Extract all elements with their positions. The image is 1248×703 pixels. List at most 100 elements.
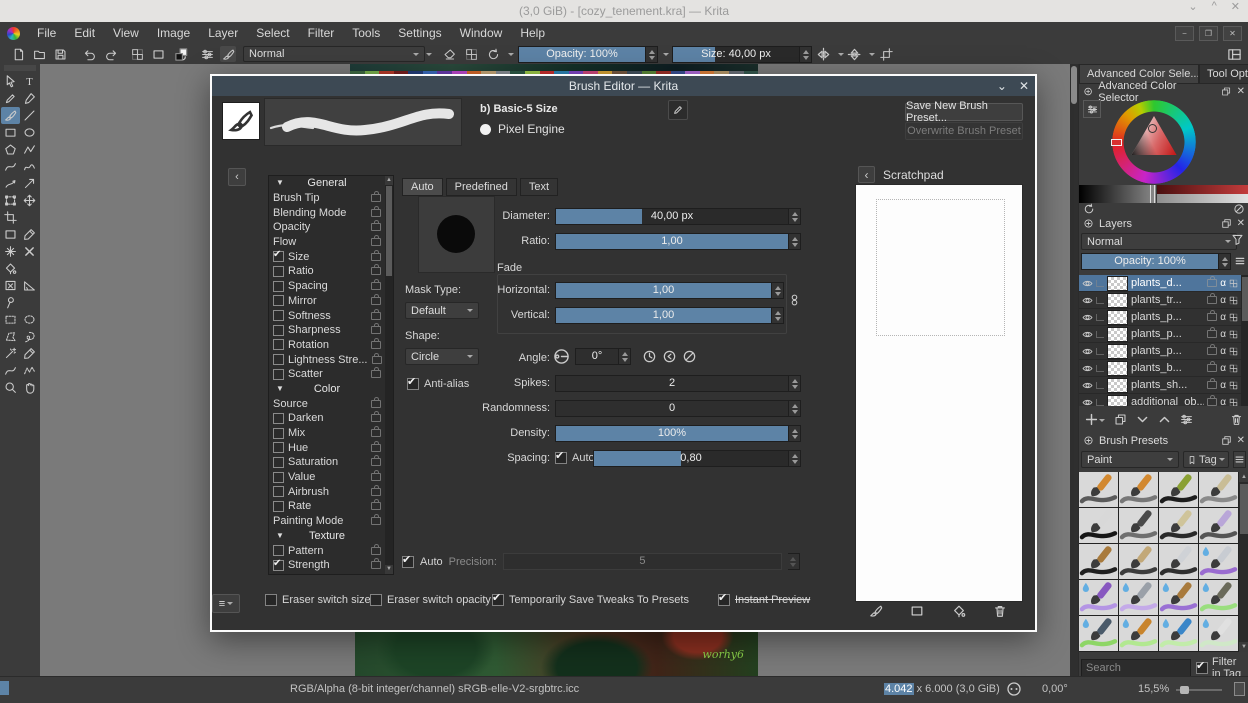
option-row[interactable]: Flow [269, 235, 385, 250]
option-row[interactable]: General [269, 176, 385, 191]
refresh-colors-icon[interactable] [1083, 203, 1095, 215]
menu-item[interactable]: Edit [65, 22, 104, 44]
brush-preset-cell[interactable] [1199, 580, 1238, 615]
lock-icon[interactable] [371, 411, 381, 423]
calligraphy-tool[interactable] [20, 90, 39, 107]
eraser-switch-opacity-checkbox[interactable]: Eraser switch opacity [370, 594, 491, 606]
edit-shapes-tool[interactable] [1, 90, 20, 107]
option-row[interactable]: Source [269, 396, 385, 411]
option-row[interactable]: Airbrush [269, 484, 385, 499]
brush-option-list-button[interactable] [199, 46, 215, 62]
layer-name[interactable]: plants_d... [1131, 277, 1204, 289]
wraparound-mode-button[interactable] [878, 46, 894, 62]
window-maximize-icon[interactable]: ^ [1212, 0, 1217, 13]
editor-options-menu-button[interactable]: ≡ [212, 594, 240, 613]
option-row[interactable]: Size [269, 249, 385, 264]
brush-tip-tab[interactable]: Predefined [445, 178, 517, 196]
visibility-eye-icon[interactable] [1082, 329, 1093, 340]
lock-icon[interactable] [371, 293, 381, 305]
layer-row[interactable]: plants_p... α [1079, 326, 1241, 343]
inherit-alpha-icon[interactable] [1229, 381, 1238, 390]
menu-item[interactable]: Settings [389, 22, 450, 44]
brush-preset-cell[interactable] [1159, 472, 1198, 507]
brush-preset-cell[interactable] [1079, 508, 1118, 543]
color-wheel[interactable] [1111, 100, 1196, 184]
visibility-eye-icon[interactable] [1082, 278, 1093, 289]
blending-mode-combo[interactable]: Normal [243, 46, 425, 62]
ellipse-tool[interactable] [20, 124, 39, 141]
enclose-fill-tool[interactable] [1, 277, 20, 294]
instant-preview-checkbox[interactable]: Instant Preview [718, 591, 810, 606]
visibility-eye-icon[interactable] [1082, 295, 1093, 306]
pan-tool[interactable] [20, 379, 39, 396]
add-layer-button[interactable] [1085, 413, 1105, 426]
line-tool[interactable] [20, 107, 39, 124]
vertical-fade-slider[interactable]: 1,00 [555, 307, 784, 324]
option-checkbox[interactable] [273, 310, 284, 322]
close-docker-icon[interactable]: ✕ [1237, 435, 1245, 446]
option-checkbox[interactable] [273, 500, 284, 512]
blending-options-arrow[interactable] [421, 46, 437, 62]
layer-row[interactable]: plants_d... α [1079, 275, 1241, 292]
option-row[interactable]: Strength [269, 558, 385, 573]
bezier-selection-tool[interactable] [1, 362, 20, 379]
option-row[interactable]: Ratio [269, 264, 385, 279]
scratchpad-canvas[interactable] [855, 184, 1023, 602]
fg-bg-color-button[interactable] [173, 46, 189, 62]
brush-preset-cell[interactable] [1159, 544, 1198, 579]
zoom-value[interactable]: 15,5% [1138, 683, 1169, 695]
rectangular-selection-tool[interactable] [1, 311, 20, 328]
brush-preset-cell[interactable] [1079, 544, 1118, 579]
option-row[interactable]: Hue [269, 440, 385, 455]
brush-preset-cell[interactable] [1199, 508, 1238, 543]
pattern-button[interactable] [129, 46, 145, 62]
no-color-icon[interactable] [1233, 203, 1245, 215]
layer-row[interactable]: plants_sh... α [1079, 377, 1241, 394]
app-maximize-button[interactable]: ❐ [1199, 25, 1218, 41]
diameter-slider[interactable]: 40,00 px [555, 208, 801, 225]
tag-button[interactable]: Tag [1183, 451, 1229, 468]
app-close-button[interactable]: ✕ [1223, 25, 1242, 41]
delete-layer-button[interactable] [1230, 413, 1243, 426]
polyline-tool[interactable] [20, 141, 39, 158]
brush-preset-cell[interactable] [1119, 472, 1158, 507]
option-row[interactable]: Spacing [269, 279, 385, 294]
rectangle-tool[interactable] [1, 124, 20, 141]
option-row[interactable]: Pattern [269, 543, 385, 558]
contiguous-selection-tool[interactable] [20, 345, 39, 362]
lock-icon[interactable] [371, 323, 381, 335]
inherit-alpha-icon[interactable] [1229, 398, 1238, 407]
lock-icon[interactable] [371, 191, 381, 203]
option-checkbox[interactable] [273, 280, 284, 292]
gradient-button[interactable] [150, 46, 166, 62]
brush-editor-toggle-button[interactable] [220, 46, 236, 62]
option-checkbox[interactable] [273, 368, 284, 380]
transform-tool[interactable] [1, 192, 20, 209]
toolbox-spacer[interactable] [20, 294, 39, 311]
measure-tool[interactable] [20, 277, 39, 294]
save-button[interactable] [52, 46, 68, 62]
freehand-brush-tool[interactable] [1, 107, 20, 124]
brush-preset-cell[interactable] [1079, 472, 1118, 507]
vertical-mirror-button[interactable] [846, 46, 862, 62]
angle-dial[interactable] [553, 348, 570, 365]
option-checkbox[interactable] [273, 486, 284, 498]
menu-item[interactable]: Select [247, 22, 298, 44]
option-checkbox[interactable] [273, 249, 284, 263]
option-checkbox[interactable] [273, 354, 284, 366]
close-docker-icon[interactable]: ✕ [1237, 218, 1245, 229]
options-scrollbar[interactable]: ▲ ▼ [385, 176, 393, 574]
scratchpad-paint-icon[interactable] [869, 604, 883, 618]
multibrush-tool[interactable] [20, 175, 39, 192]
color-sampler-tool[interactable] [20, 226, 39, 243]
layer-name[interactable]: plants_p... [1131, 345, 1204, 357]
menu-item[interactable]: Help [511, 22, 554, 44]
menu-item[interactable]: File [28, 22, 65, 44]
preset-search-input[interactable] [1081, 659, 1191, 677]
visibility-eye-icon[interactable] [1082, 380, 1093, 391]
layers-header[interactable]: Layers ✕ [1079, 215, 1248, 232]
layer-name[interactable]: plants_tr... [1131, 294, 1204, 306]
layer-name[interactable]: plants_b... [1131, 362, 1204, 374]
lock-icon[interactable] [371, 455, 381, 467]
spacing-auto-checkbox[interactable]: Auto [555, 449, 595, 464]
